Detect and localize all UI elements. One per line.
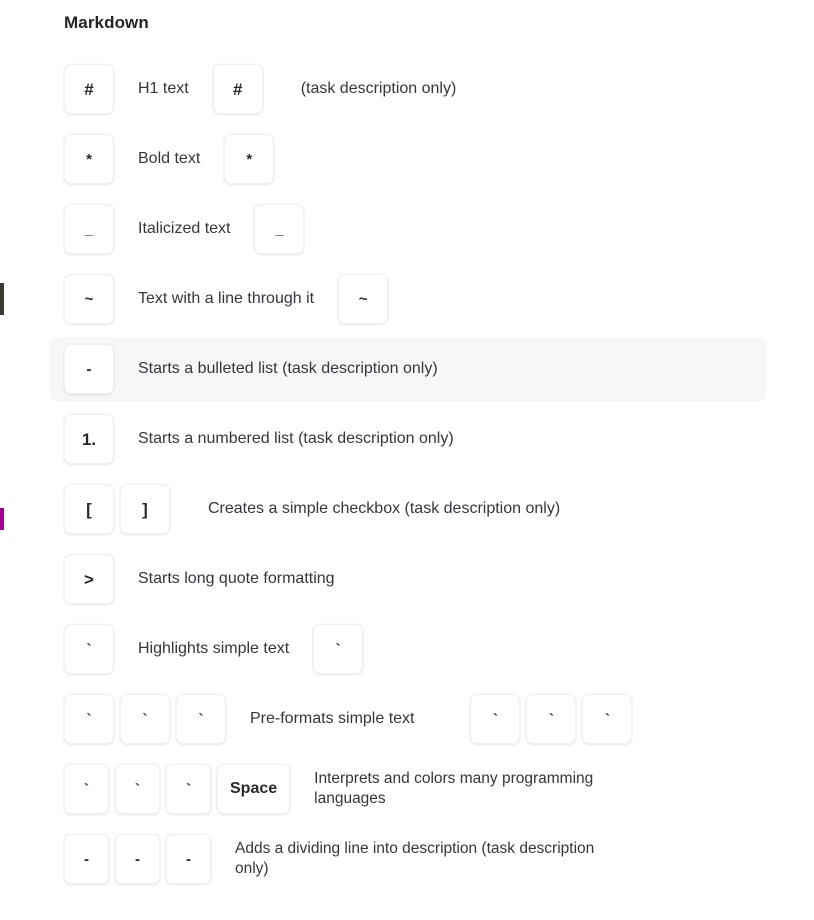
key-blockquote-leading_keys-0: > (64, 554, 114, 604)
key-numbered-list-leading_keys-0: 1. (64, 414, 114, 464)
shortcut-row-divider[interactable]: - - - Adds a dividing line into description… (0, 824, 814, 894)
shortcut-row-h1[interactable]: # H1 text # (task description only) (0, 54, 814, 124)
key-strikethrough-leading_keys-0: ~ (64, 274, 114, 324)
key-inline-code-leading_keys-0: ` (64, 624, 114, 674)
shortcut-label-numbered-list: Starts a numbered list (task description… (138, 429, 454, 447)
key-inline-code-trailing_keys-0: ` (313, 624, 364, 674)
shortcut-row-bold[interactable]: * Bold text * (0, 124, 814, 194)
leading-keys-code-block: ` ` ` (64, 694, 226, 744)
key-code-block-leading_keys-1: ` (120, 694, 170, 744)
shortcut-row-inline-code[interactable]: ` Highlights simple text ` (0, 614, 814, 684)
key-h1-leading_keys-0: # (64, 64, 114, 114)
key-bold-leading_keys-0: * (64, 134, 114, 184)
key-syntax-highlight-leading_keys-1: ` (115, 764, 160, 814)
key-bold-trailing_keys-0: * (224, 134, 275, 184)
shortcut-label-strikethrough: Text with a line through it (138, 289, 315, 307)
leading-keys-bold: * (64, 134, 114, 184)
markdown-shortcut-list: # H1 text # (task description only) * Bold te… (0, 54, 814, 894)
key-italic-trailing_keys-0: _ (254, 204, 305, 254)
key-code-block-leading_keys-2: ` (176, 694, 226, 744)
key-h1-trailing_keys-0: # (212, 64, 263, 114)
leading-keys-bulleted-list: - (64, 344, 114, 394)
leading-keys-numbered-list: 1. (64, 414, 114, 464)
key-code-block-trailing_keys-1: ` (526, 694, 577, 744)
page-title: Markdown (64, 13, 149, 32)
trailing-keys-bold: * (224, 134, 275, 184)
key-syntax-highlight-leading_keys-0: ` (64, 764, 109, 814)
key-code-block-leading_keys-0: ` (64, 694, 114, 744)
leading-keys-italic: _ (64, 204, 114, 254)
shortcut-label-divider: Adds a dividing line into description (t… (235, 840, 595, 877)
key-divider-leading_keys-0: - (64, 834, 109, 884)
shortcut-note-h1: (task description only) (300, 79, 457, 97)
trailing-keys-italic: _ (254, 204, 305, 254)
shortcut-label-inline-code: Highlights simple text (138, 639, 290, 657)
shortcut-label-checkbox: Creates a simple checkbox (task descript… (208, 499, 561, 517)
leading-keys-blockquote: > (64, 554, 114, 604)
trailing-keys-inline-code: ` (313, 624, 364, 674)
key-code-block-trailing_keys-2: ` (582, 694, 633, 744)
shortcut-label-bulleted-list: Starts a bulleted list (task description… (138, 359, 438, 377)
shortcut-row-code-block[interactable]: ` ` ` Pre-formats simple text ` ` ` (0, 684, 814, 754)
shortcut-row-strikethrough[interactable]: ~ Text with a line through it ~ (0, 264, 814, 334)
leading-keys-syntax-highlight: ` ` ` Space (64, 764, 291, 814)
trailing-keys-strikethrough: ~ (338, 274, 389, 324)
shortcut-label-bold: Bold text (138, 149, 201, 167)
key-divider-leading_keys-2: - (166, 834, 211, 884)
leading-keys-strikethrough: ~ (64, 274, 114, 324)
key-italic-leading_keys-0: _ (64, 204, 114, 254)
shortcut-label-code-block: Pre-formats simple text (250, 709, 415, 727)
trailing-keys-h1: # (212, 64, 263, 114)
shortcut-row-syntax-highlight[interactable]: ` ` ` Space Interprets and colors many progr… (0, 754, 814, 824)
shortcut-label-syntax-highlight: Interprets and colors many programming l… (314, 770, 594, 807)
shortcut-label-italic: Italicized text (138, 219, 231, 237)
key-syntax-highlight-leading_keys-2: ` (166, 764, 211, 814)
leading-keys-checkbox: [] (64, 484, 170, 534)
shortcut-row-italic[interactable]: _ Italicized text _ (0, 194, 814, 264)
markdown-shortcuts-page: Markdown # H1 text # (task description only… (0, 0, 814, 920)
shortcut-row-blockquote[interactable]: > Starts long quote formatting (0, 544, 814, 614)
leading-keys-inline-code: ` (64, 624, 114, 674)
key-checkbox-leading_keys-0: [ (64, 484, 114, 534)
key-syntax-highlight-leading_keys-3: Space (217, 764, 291, 814)
key-divider-leading_keys-1: - (115, 834, 160, 884)
key-checkbox-leading_keys-1: ] (120, 484, 170, 534)
shortcut-row-numbered-list[interactable]: 1. Starts a numbered list (task descripti… (0, 404, 814, 474)
trailing-keys-code-block: ` ` ` (470, 694, 633, 744)
key-strikethrough-trailing_keys-0: ~ (338, 274, 389, 324)
leading-keys-divider: --- (64, 834, 211, 884)
key-bulleted-list-leading_keys-0: - (64, 344, 114, 394)
leading-keys-h1: # (64, 64, 114, 114)
shortcut-row-bulleted-list[interactable]: - Starts a bulleted list (task descriptio… (0, 334, 814, 404)
key-code-block-trailing_keys-0: ` (470, 694, 521, 744)
shortcut-label-h1: H1 text (138, 79, 189, 97)
shortcut-row-checkbox[interactable]: [] Creates a simple checkbox (task descri… (0, 474, 814, 544)
shortcut-label-blockquote: Starts long quote formatting (138, 569, 335, 587)
